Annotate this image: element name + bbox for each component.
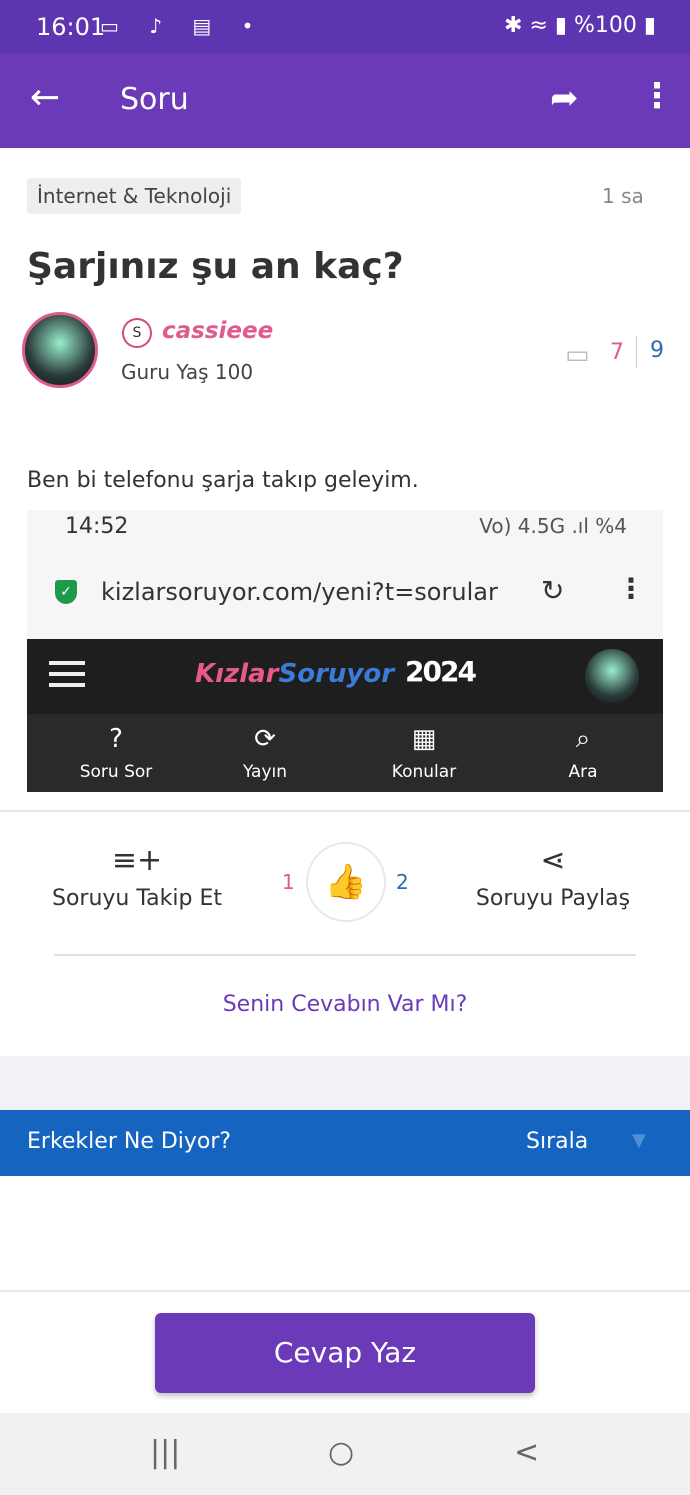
share-question-button[interactable]: ⋖ Soruyu Paylaş (466, 842, 640, 911)
sort-dropdown[interactable]: Sırala (526, 1129, 588, 1154)
comment-icon: ▭ (565, 340, 590, 370)
grid-icon: ▦ (411, 724, 437, 754)
author-avatar[interactable] (22, 312, 98, 388)
embed-avatar (585, 649, 639, 703)
page-title: Soru (120, 82, 189, 117)
home-icon[interactable]: ○ (328, 1435, 354, 1470)
battery-icon: ▮ (636, 13, 656, 38)
like-button[interactable]: 👍 (306, 842, 386, 922)
share-arrow-icon[interactable]: ➦ (550, 78, 579, 118)
question-time: 1 sa (602, 184, 644, 208)
status-bar: 16:01 ▭ ♪ ▤ • ✱ ≈ ▮ %100 ▮ (0, 0, 690, 54)
embed-nav-ask: ? Soru Sor (51, 724, 181, 782)
status-time: 16:01 (36, 13, 106, 41)
app-bar: ← Soru ➦ ⋮ (0, 54, 690, 148)
site-logo: KızlarSoruyor (195, 659, 395, 689)
answers-section-header: Erkekler Ne Diyor? Sırala ▼ (0, 1110, 690, 1176)
battery-level: ✱ ≈ ▮ %100 ▮ (504, 13, 656, 38)
divider (54, 954, 636, 956)
section-title: Erkekler Ne Diyor? (27, 1129, 232, 1154)
recents-icon[interactable]: ||| (150, 1435, 180, 1470)
playlist-add-icon: ≡+ (111, 843, 163, 878)
search-icon: ⌕ (575, 724, 591, 754)
section-spacer (0, 1056, 690, 1110)
secondary-count: 9 (650, 338, 664, 363)
thumbs-up-icon: 👍 (324, 862, 368, 902)
question-body: Ben bi telefonu şarja takıp geleyim. (27, 468, 419, 493)
divider (0, 1290, 690, 1292)
write-answer-button[interactable]: Cevap Yaz (155, 1313, 535, 1393)
embed-nav-feed: ⟳ Yayın (200, 724, 330, 782)
hamburger-icon (49, 661, 85, 665)
follow-question-button[interactable]: ≡+ Soruyu Takip Et (40, 842, 234, 911)
chevron-down-icon[interactable]: ▼ (632, 1130, 646, 1151)
embed-url: kizlarsoruyor.com/yeni?t=sorular (101, 578, 498, 606)
notification-icons: ▭ ♪ ▤ • (100, 14, 266, 38)
stat-divider (636, 336, 637, 368)
dislike-count: 2 (396, 870, 409, 894)
secure-shield-icon: ✓ (55, 580, 77, 604)
share-icon: ⋖ (540, 843, 566, 878)
answer-prompt-link[interactable]: Senin Cevabın Var Mı? (0, 992, 690, 1017)
attached-screenshot[interactable]: 14:52 Vo) 4.5G .ıl %4 ✓ kizlarsoruyor.co… (27, 510, 663, 792)
back-icon[interactable]: < (514, 1435, 539, 1470)
embed-more-icon: ⋮ (617, 572, 645, 605)
logo-year: 2024 (405, 655, 477, 688)
embed-nav-topics: ▦ Konular (359, 724, 489, 782)
refresh-icon: ⟳ (254, 724, 276, 754)
question-icon: ? (109, 724, 123, 754)
author-name[interactable]: cassieee (162, 318, 273, 344)
like-count: 1 (282, 870, 295, 894)
embed-site-nav: ? Soru Sor ⟳ Yayın ▦ Konular ⌕ Ara (27, 714, 663, 792)
reload-icon: ↻ (541, 574, 565, 607)
embed-status-time: 14:52 (65, 514, 129, 539)
embed-site-header: KızlarSoruyor 2024 (27, 639, 663, 714)
user-badge-icon: S (122, 318, 152, 348)
embed-nav-search: ⌕ Ara (518, 724, 648, 782)
more-vert-icon[interactable]: ⋮ (640, 76, 674, 116)
back-arrow-icon[interactable]: ← (30, 78, 60, 118)
comment-count: 7 (610, 340, 624, 365)
divider (0, 810, 690, 812)
author-level: Guru Yaş 100 (121, 360, 254, 384)
system-nav-bar: ||| ○ < (0, 1413, 690, 1495)
embed-status-icons: Vo) 4.5G .ıl %4 (479, 514, 627, 538)
question-title: Şarjınız şu an kaç? (27, 246, 404, 287)
category-chip[interactable]: İnternet & Teknoloji (27, 178, 242, 214)
wifi-icon: ✱ ≈ ▮ (504, 13, 574, 38)
